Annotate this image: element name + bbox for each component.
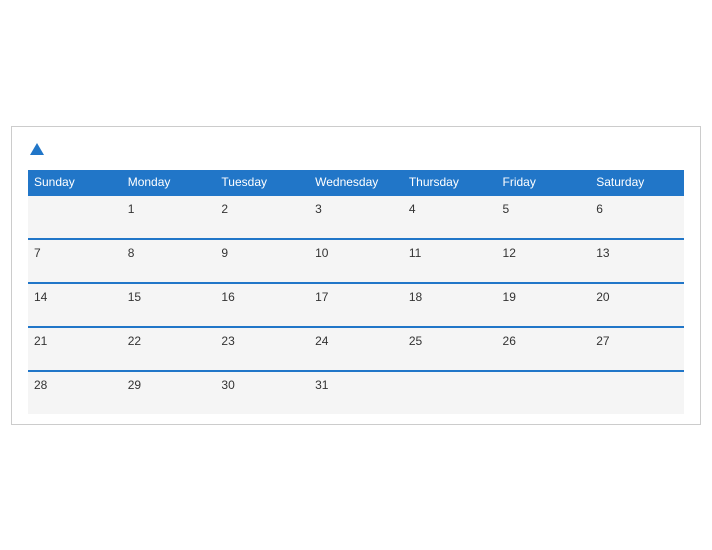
calendar-day-13: 13 bbox=[590, 239, 684, 283]
calendar-week-row: 28293031 bbox=[28, 371, 684, 414]
calendar-week-row: 14151617181920 bbox=[28, 283, 684, 327]
calendar-day-10: 10 bbox=[309, 239, 403, 283]
calendar-day-28: 28 bbox=[28, 371, 122, 414]
calendar-day-30: 30 bbox=[215, 371, 309, 414]
calendar-day-4: 4 bbox=[403, 195, 497, 239]
calendar-day-15: 15 bbox=[122, 283, 216, 327]
calendar-empty-cell bbox=[28, 195, 122, 239]
calendar-day-12: 12 bbox=[497, 239, 591, 283]
calendar-day-1: 1 bbox=[122, 195, 216, 239]
calendar-day-11: 11 bbox=[403, 239, 497, 283]
calendar-week-row: 123456 bbox=[28, 195, 684, 239]
day-header-monday: Monday bbox=[122, 170, 216, 195]
day-header-thursday: Thursday bbox=[403, 170, 497, 195]
calendar-day-2: 2 bbox=[215, 195, 309, 239]
calendar-day-8: 8 bbox=[122, 239, 216, 283]
calendar-empty-cell bbox=[497, 371, 591, 414]
calendar-day-25: 25 bbox=[403, 327, 497, 371]
calendar-week-row: 21222324252627 bbox=[28, 327, 684, 371]
calendar-day-19: 19 bbox=[497, 283, 591, 327]
calendar-empty-cell bbox=[403, 371, 497, 414]
calendar-day-6: 6 bbox=[590, 195, 684, 239]
day-header-friday: Friday bbox=[497, 170, 591, 195]
calendar-day-7: 7 bbox=[28, 239, 122, 283]
calendar-day-17: 17 bbox=[309, 283, 403, 327]
calendar-container: SundayMondayTuesdayWednesdayThursdayFrid… bbox=[11, 126, 701, 425]
calendar-day-16: 16 bbox=[215, 283, 309, 327]
logo bbox=[28, 143, 44, 156]
calendar-day-26: 26 bbox=[497, 327, 591, 371]
day-header-sunday: Sunday bbox=[28, 170, 122, 195]
calendar-day-27: 27 bbox=[590, 327, 684, 371]
calendar-day-18: 18 bbox=[403, 283, 497, 327]
logo-general bbox=[28, 143, 44, 156]
calendar-day-9: 9 bbox=[215, 239, 309, 283]
calendar-day-24: 24 bbox=[309, 327, 403, 371]
calendar-day-3: 3 bbox=[309, 195, 403, 239]
calendar-day-31: 31 bbox=[309, 371, 403, 414]
day-header-saturday: Saturday bbox=[590, 170, 684, 195]
calendar-table: SundayMondayTuesdayWednesdayThursdayFrid… bbox=[28, 170, 684, 414]
calendar-day-5: 5 bbox=[497, 195, 591, 239]
calendar-day-22: 22 bbox=[122, 327, 216, 371]
calendar-header-row: SundayMondayTuesdayWednesdayThursdayFrid… bbox=[28, 170, 684, 195]
calendar-day-29: 29 bbox=[122, 371, 216, 414]
calendar-day-20: 20 bbox=[590, 283, 684, 327]
calendar-week-row: 78910111213 bbox=[28, 239, 684, 283]
logo-triangle-icon bbox=[30, 143, 44, 155]
day-header-wednesday: Wednesday bbox=[309, 170, 403, 195]
calendar-day-21: 21 bbox=[28, 327, 122, 371]
day-header-tuesday: Tuesday bbox=[215, 170, 309, 195]
calendar-day-23: 23 bbox=[215, 327, 309, 371]
calendar-day-14: 14 bbox=[28, 283, 122, 327]
calendar-empty-cell bbox=[590, 371, 684, 414]
calendar-header bbox=[28, 143, 684, 156]
